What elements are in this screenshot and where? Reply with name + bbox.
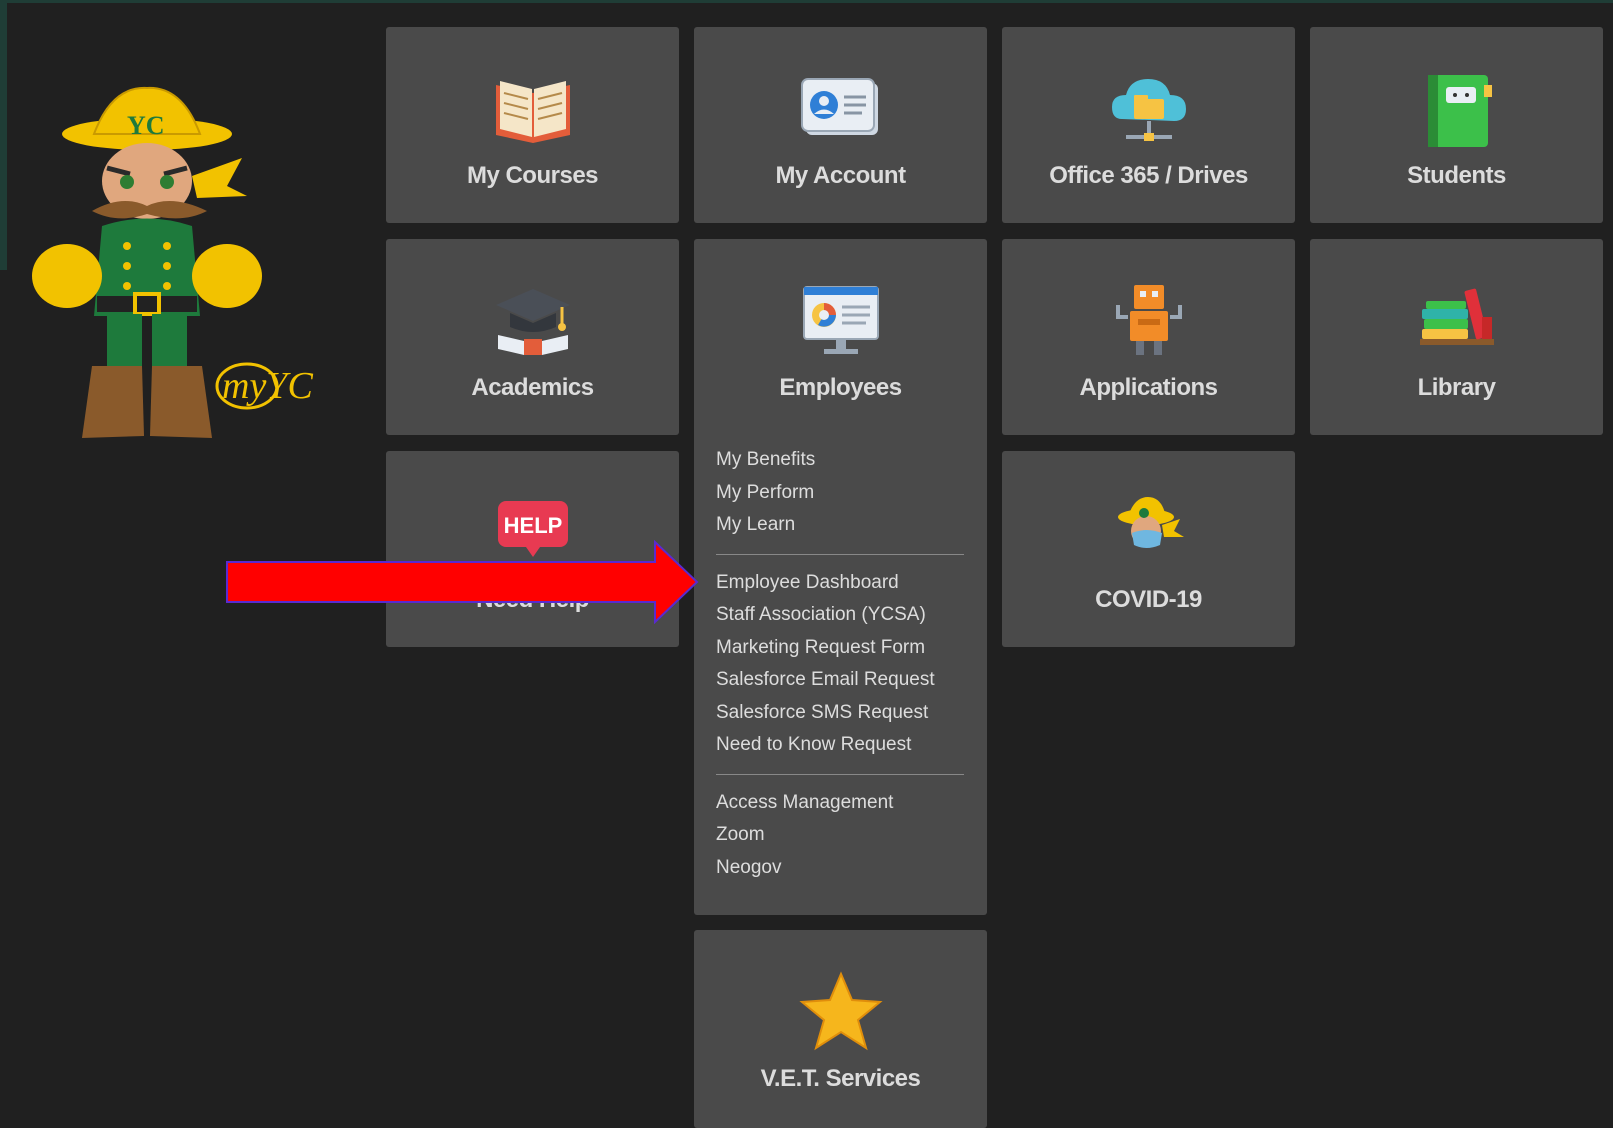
tile-title: My Account [775,162,906,189]
menu-link-staff-association[interactable]: Staff Association (YCSA) [716,599,966,632]
tile-covid-19[interactable]: COVID-19 [1002,451,1295,647]
tile-vet-services[interactable]: V.E.T. Services [694,930,987,1128]
tile-title: Applications [1079,374,1218,401]
tile-my-account[interactable]: My Account [694,27,987,223]
monitor-chart-icon [802,286,879,354]
tile-title: Employees [779,374,902,401]
myyc-logo: YC myYC [22,86,352,466]
cloud-drive-icon [1111,79,1186,141]
tile-employees[interactable]: Employees My Benefits My Perform My Lear… [694,239,987,915]
menu-link-need-to-know[interactable]: Need to Know Request [716,729,966,762]
graduation-cap-icon [495,289,570,355]
menu-link-employee-dashboard[interactable]: Employee Dashboard [716,567,966,600]
menu-link-neogov[interactable]: Neogov [716,852,966,885]
book-icon [495,81,570,143]
tile-title: My Courses [466,162,599,189]
menu-link-my-learn[interactable]: My Learn [716,509,966,542]
hat-badge: YC [127,111,165,140]
left-edge [0,0,7,270]
menu-link-marketing-request[interactable]: Marketing Request Form [716,632,966,665]
tile-library[interactable]: Library [1310,239,1603,435]
menu-link-my-benefits[interactable]: My Benefits [716,444,966,477]
menu-divider [716,773,964,775]
menu-link-my-perform[interactable]: My Perform [716,477,966,510]
tile-title: Academics [471,374,594,401]
employees-menu: My Benefits My Perform My Learn Employee… [716,444,966,884]
tile-academics[interactable]: Academics [386,239,679,435]
robot-icon [1115,285,1182,355]
profile-card-icon [800,78,878,135]
masked-mascot-icon [1117,497,1184,548]
tile-title: COVID-19 [1095,586,1202,613]
tile-title: V.E.T. Services [760,1065,921,1092]
tile-my-courses[interactable]: My Courses [386,27,679,223]
menu-divider [716,553,964,555]
tile-title: Students [1407,162,1506,189]
menu-link-access-management[interactable]: Access Management [716,787,966,820]
tile-applications[interactable]: Applications [1002,239,1295,435]
menu-link-salesforce-email[interactable]: Salesforce Email Request [716,664,966,697]
tile-students[interactable]: Students [1310,27,1603,223]
help-badge-text: HELP [503,513,562,538]
mascot-icon: YC myYC [32,86,313,438]
star-icon [798,971,883,1051]
notebook-icon [1427,75,1492,147]
menu-link-salesforce-sms[interactable]: Salesforce SMS Request [716,697,966,730]
books-icon [1419,288,1494,345]
top-edge [0,0,1613,3]
menu-link-zoom[interactable]: Zoom [716,819,966,852]
logo-text: myYC [222,365,313,407]
tile-title: Office 365 / Drives [1049,162,1248,189]
red-arrow-annotation [226,540,699,624]
tile-title: Library [1417,374,1496,401]
tile-office365-drives[interactable]: Office 365 / Drives [1002,27,1295,223]
